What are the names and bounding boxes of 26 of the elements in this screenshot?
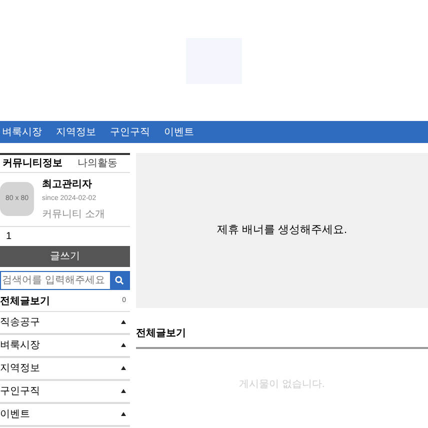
sidebar-tab[interactable]: 커뮤니티정보 <box>0 155 65 172</box>
user-name: 최고관리자 <box>42 178 93 192</box>
all-posts-link[interactable]: 전체글보기 <box>0 294 50 308</box>
board-title: 전체글보기 <box>136 328 186 339</box>
nav-link[interactable]: 벼룩시장 <box>2 124 42 140</box>
triangle-icon[interactable] <box>121 366 126 370</box>
triangle-icon[interactable] <box>121 412 126 416</box>
category-link[interactable]: 지역정보 <box>0 360 40 376</box>
search-button[interactable] <box>110 272 129 288</box>
sidebar-tab[interactable]: 나의활동 <box>65 155 130 172</box>
nav-link[interactable]: 구인구직 <box>110 124 150 140</box>
banner-message: 제휴 배너를 생성해주세요. <box>216 223 348 238</box>
write-button[interactable]: 글쓰기 <box>0 246 130 266</box>
search-icon <box>115 276 124 284</box>
nav-link[interactable]: 지역정보 <box>56 124 96 140</box>
triangle-icon[interactable] <box>121 320 126 324</box>
member-count: 1 <box>5 230 13 244</box>
nav-link[interactable]: 이벤트 <box>164 124 194 140</box>
category-link[interactable]: 벼룩시장 <box>0 338 40 352</box>
category-link[interactable]: 구인구직 <box>0 384 40 398</box>
triangle-icon[interactable] <box>121 343 126 347</box>
community-intro[interactable]: 커뮤니티 소개 <box>42 206 105 222</box>
triangle-icon[interactable] <box>121 389 126 393</box>
category-link[interactable]: 이벤트 <box>0 406 30 422</box>
category-link[interactable]: 직송공구 <box>0 314 40 330</box>
search-field[interactable]: 검색어를 입력해주세요 <box>0 270 130 290</box>
